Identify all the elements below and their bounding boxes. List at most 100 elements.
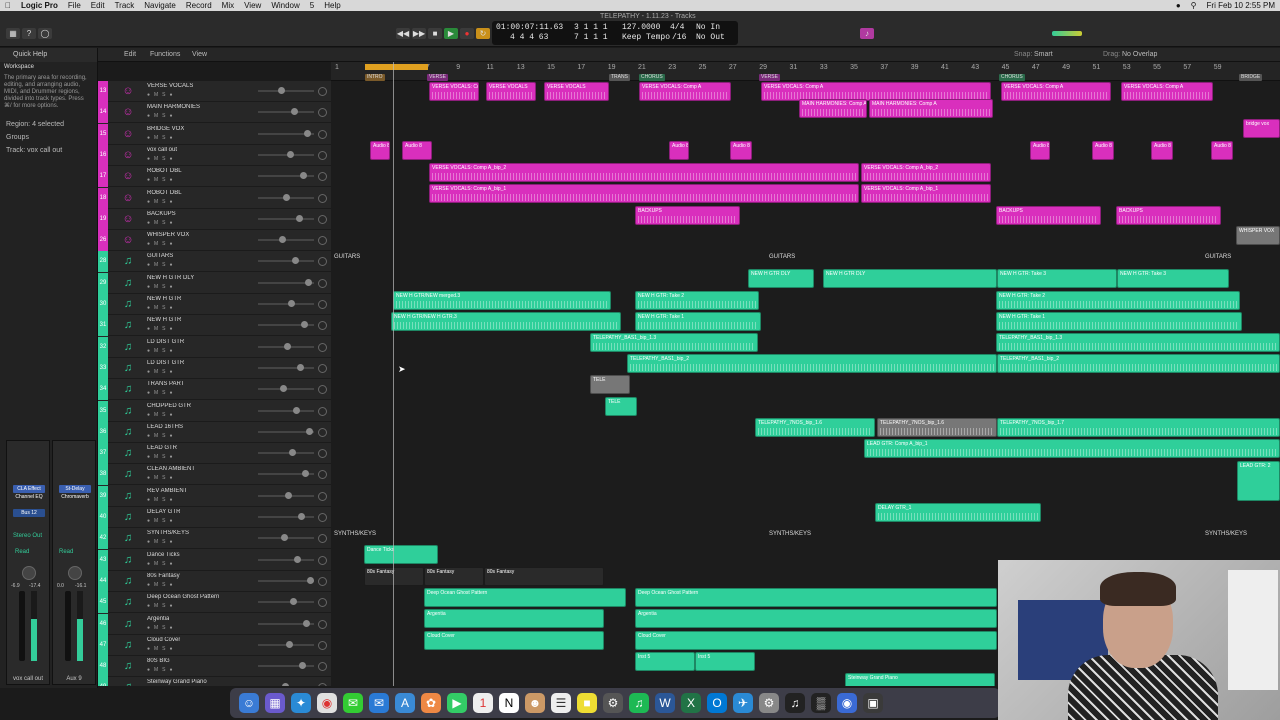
help-button[interactable]: ? [22, 28, 36, 39]
track-buttons[interactable]: ●MS● [147, 625, 177, 631]
region-robot-dbl[interactable]: VERSE VOCALS: Comp A_bip_2 [429, 163, 859, 182]
track-volume-slider[interactable] [258, 534, 314, 542]
pan-knob[interactable] [318, 172, 327, 182]
track-volume-slider[interactable] [258, 214, 314, 222]
quick-help-title[interactable]: Quick Help [0, 48, 97, 62]
folder-synths[interactable]: SYNTHS/KEYS SYNTHS/KEYS SYNTHS/KEYS [331, 531, 1280, 542]
app-store-icon[interactable]: A [395, 693, 415, 713]
stickies-icon[interactable]: ■ [577, 693, 597, 713]
pan-knob[interactable] [318, 129, 327, 139]
track-name[interactable]: BACKUPS [147, 211, 176, 217]
pan-knob[interactable] [318, 427, 327, 437]
track-name[interactable]: 80S BIG [147, 658, 170, 664]
settings-icon[interactable]: ⚙ [603, 693, 623, 713]
track-header[interactable]: 39 ♫ REV AMBIENT ●MS● [98, 485, 331, 507]
track-volume-slider[interactable] [258, 150, 314, 158]
track-volume-slider[interactable] [258, 257, 314, 265]
testflight-icon[interactable]: ✈ [733, 693, 753, 713]
region-cloud-cover[interactable]: Cloud Cover [424, 631, 604, 650]
track-header[interactable]: 37 ♫ LEAD GTR ●MS● [98, 443, 331, 465]
region-80s-big[interactable]: Inst 5 [635, 652, 695, 671]
region-audio[interactable]: Audio 8 [402, 141, 432, 160]
region-new-h-gtr[interactable]: NEW H GTR/NEW merged.3 [393, 291, 611, 310]
track-volume-slider[interactable] [258, 470, 314, 478]
track-buttons[interactable]: ●MS● [147, 262, 177, 268]
track-header[interactable]: 28 ♫ GUITARS ●MS● [98, 251, 331, 273]
region-new-h-gtr[interactable]: NEW H GTR: Take 2 [996, 291, 1240, 310]
region-new-h-gtr[interactable]: NEW H GTR: Take 2 [635, 291, 759, 310]
count-in-button[interactable]: ♪ [860, 28, 874, 39]
track-header[interactable]: 44 ♫ 80s Fantasy ●MS● [98, 570, 331, 592]
groups-inspector[interactable]: Groups [0, 131, 97, 144]
track-volume-slider[interactable] [258, 491, 314, 499]
region-ld-dist-gtr[interactable]: TELEPATHY_BAS1_bip_1.3 [590, 333, 758, 352]
region-robot-dbl[interactable]: VERSE VOCALS: Comp A_bip_1 [861, 184, 991, 203]
track-buttons[interactable]: ●MS● [147, 305, 177, 311]
track-header[interactable]: 34 ♫ TRANS PART ●MS● [98, 379, 331, 401]
region-verse-vocals[interactable]: VERSE VOCALS: Comp A [1121, 82, 1213, 101]
menu-view[interactable]: View [244, 1, 261, 10]
volume-thumb[interactable] [305, 278, 312, 286]
volume-thumb[interactable] [291, 108, 298, 116]
region-audio[interactable]: Audio 8 [1211, 141, 1233, 160]
library-button[interactable]: ▦ [6, 28, 20, 39]
region-cloud-cover[interactable]: Cloud Cover [635, 631, 997, 650]
volume-thumb[interactable] [303, 619, 310, 627]
track-name[interactable]: Steinway Grand Piano [147, 679, 207, 685]
plugin-slot[interactable]: St-Delay Chromaverb [59, 485, 91, 500]
wifi-icon[interactable]: ● [1176, 1, 1181, 10]
region-new-h-gtr[interactable]: NEW H GTR/NEW H GTR.3 [391, 312, 621, 331]
pan-knob[interactable] [318, 342, 327, 352]
track-volume-slider[interactable] [258, 598, 314, 606]
menu-navigate[interactable]: Navigate [144, 1, 176, 10]
track-name[interactable]: LD DIST GTR [147, 360, 184, 366]
mainstage-icon[interactable]: ▒ [811, 693, 831, 713]
region-80s-fantasy[interactable]: 80s Fantasy [484, 567, 604, 586]
track-name[interactable]: CLEAN AMBIENT [147, 466, 195, 472]
volume-thumb[interactable] [306, 427, 313, 435]
region-inspector[interactable]: Region: 4 selected [0, 118, 97, 131]
track-name[interactable]: MAIN HARMONIES [147, 104, 200, 110]
volume-thumb[interactable] [294, 555, 301, 563]
track-buttons[interactable]: ●MS● [147, 220, 177, 226]
pan-knob[interactable] [318, 662, 327, 672]
volume-thumb[interactable] [290, 598, 297, 606]
volume-thumb[interactable] [304, 129, 311, 137]
track-volume-slider[interactable] [258, 342, 314, 350]
bar-ruler[interactable]: 1357911131517192123252729313335373941434… [331, 62, 1280, 81]
region-lead-gtr[interactable]: LEAD GTR: Comp A_bip_1 [864, 439, 1280, 458]
track-buttons[interactable]: ●MS● [147, 284, 177, 290]
track-name[interactable]: CHOPPED GTR [147, 403, 191, 409]
menu-5[interactable]: 5 [310, 1, 314, 10]
volume-thumb[interactable] [298, 513, 305, 520]
ruler-marker[interactable]: CHORUS [999, 74, 1025, 81]
drag-menu[interactable]: No Overlap [1122, 51, 1157, 58]
track-name[interactable]: LD DIST GTR [147, 339, 184, 345]
region-80s-big[interactable]: Inst 5 [695, 652, 755, 671]
track-volume-slider[interactable] [258, 172, 314, 180]
track-name[interactable]: ROBOT DBL [147, 190, 182, 196]
track-buttons[interactable]: ●MS● [147, 603, 177, 609]
pan-knob[interactable] [318, 193, 327, 203]
track-name[interactable]: NEW H GTR [147, 317, 181, 323]
region-80s-fantasy[interactable]: 80s Fantasy [424, 567, 484, 586]
track-header[interactable]: 30 ♫ NEW H GTR ●MS● [98, 294, 331, 315]
menu-track[interactable]: Track [115, 1, 135, 10]
menu-edit[interactable]: Edit [91, 1, 105, 10]
track-header[interactable]: 26 ☺ WHISPER VOX ●MS● [98, 230, 331, 252]
volume-thumb[interactable] [282, 683, 289, 686]
volume-thumb[interactable] [279, 236, 286, 244]
apple-icon[interactable]:  [5, 1, 11, 10]
calendar-icon[interactable]: 1 [473, 693, 493, 713]
volume-thumb[interactable] [286, 640, 293, 648]
volume-thumb[interactable] [301, 321, 308, 329]
notion-icon[interactable]: N [499, 693, 519, 713]
pan-knob[interactable] [318, 236, 327, 246]
track-buttons[interactable]: ●MS● [147, 539, 177, 545]
region-backups[interactable]: BACKUPS [1116, 206, 1221, 225]
pan-knob[interactable] [318, 598, 327, 608]
notes-icon[interactable]: ☰ [551, 693, 571, 713]
record-button[interactable]: ● [460, 28, 474, 39]
pan-knob[interactable] [318, 449, 327, 459]
region-lead-16ths[interactable]: TELEPATHY_7NOS_bip_1.6 [877, 418, 997, 437]
